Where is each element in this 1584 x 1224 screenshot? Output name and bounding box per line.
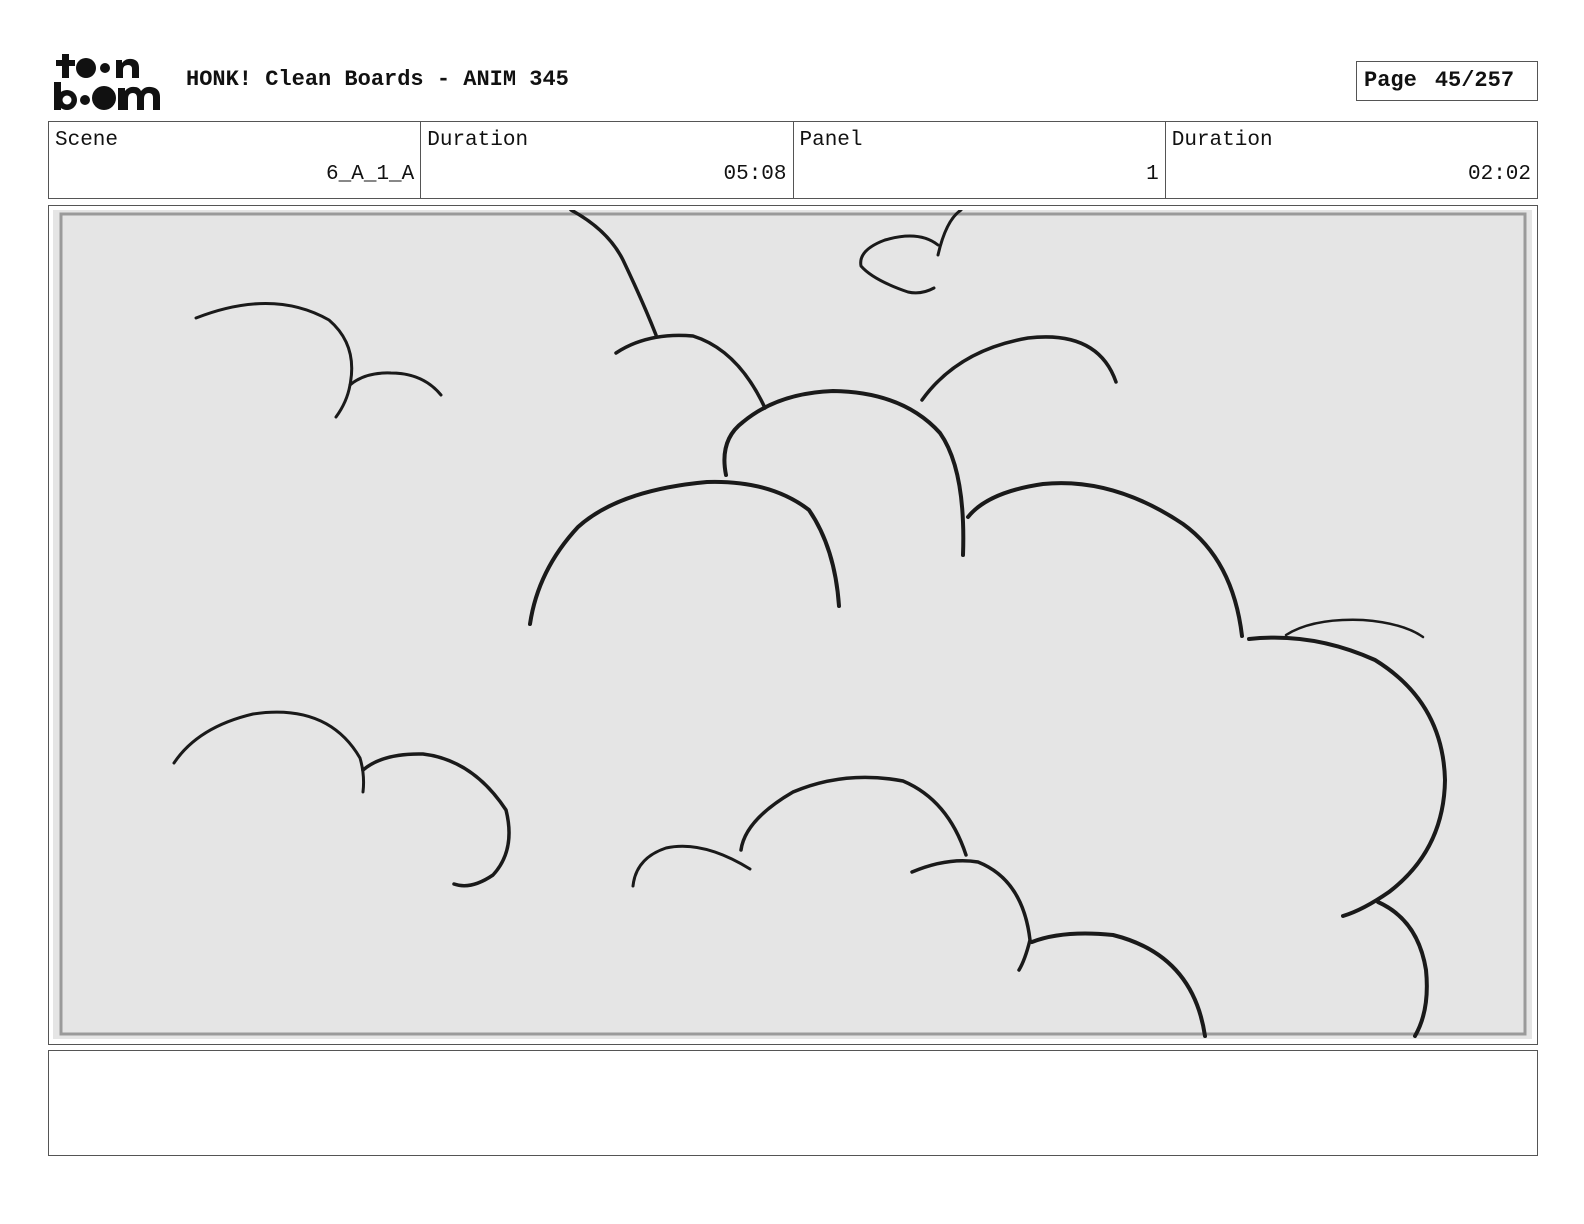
scene-value: 6_A_1_A [326,163,415,186]
page-number: 45/257 [1434,68,1515,93]
panel-duration-cell: Duration 02:02 [1164,122,1537,198]
scene-duration-label: Duration [427,129,529,152]
storyboard-panel [48,205,1538,1045]
page-label: Page [1364,68,1417,93]
scene-cell: Scene 6_A_1_A [49,122,420,198]
page-indicator: Page 45/257 [1356,61,1538,101]
panel-drawing [53,210,1532,1039]
scene-duration-cell: Duration 05:08 [420,122,792,198]
scene-info-table: Scene 6_A_1_A Duration 05:08 Panel 1 Dur… [48,121,1538,199]
toon-boom-logo [54,54,160,110]
panel-value: 1 [1146,163,1159,186]
panel-notes-text [49,1051,1537,1067]
scene-duration-value: 05:08 [723,163,787,186]
panel-duration-value: 02:02 [1467,163,1531,186]
scene-label: Scene [55,129,119,152]
panel-label: Panel [799,129,863,152]
panel-duration-label: Duration [1171,129,1273,152]
document-title: HONK! Clean Boards - ANIM 345 [186,67,569,92]
panel-cell: Panel 1 [792,122,1165,198]
panel-notes-box [48,1050,1538,1156]
